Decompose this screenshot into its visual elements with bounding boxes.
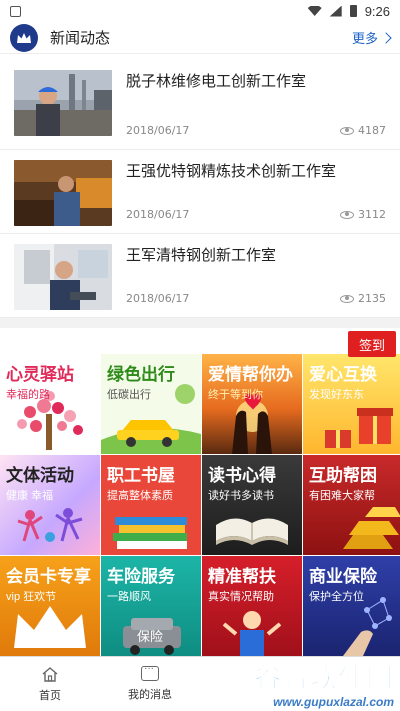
- news-date: 2018/06/17: [126, 124, 190, 137]
- message-icon: [141, 663, 159, 681]
- tile-title: 绿色出行: [107, 365, 175, 384]
- tile-title: 读书心得: [208, 466, 276, 485]
- news-title: 王强优特钢精炼技术创新工作室: [126, 163, 337, 180]
- tile-title: 文体活动: [6, 466, 74, 485]
- nav-home-label: 首页: [39, 689, 61, 702]
- news-title: 王军清特钢创新工作室: [126, 247, 277, 264]
- tile-subtitle: 健康 幸福: [6, 490, 54, 502]
- news-date: 2018/06/17: [126, 292, 190, 305]
- tile-subtitle: vip 狂欢节: [6, 591, 57, 603]
- tile-green-travel[interactable]: 绿色出行 低碳出行: [101, 354, 201, 454]
- section-divider: [0, 318, 400, 328]
- section-title: 新闻动态: [50, 30, 111, 47]
- tile-subtitle: 读好书多读书: [208, 490, 274, 502]
- view-count: 3112: [358, 208, 386, 221]
- eye-icon: [340, 294, 354, 303]
- news-thumbnail: [14, 160, 112, 226]
- tile-subtitle: 真实情况帮助: [208, 591, 274, 603]
- more-link[interactable]: 更多: [351, 28, 392, 47]
- tile-subtitle: 有困难大家帮: [309, 490, 375, 502]
- tile-title: 互助帮困: [309, 466, 377, 485]
- chevron-right-icon: [380, 31, 392, 44]
- tile-subtitle: 保护全方位: [309, 591, 364, 603]
- tile-car-insurance[interactable]: 车险服务 一路顺风 保险: [101, 556, 201, 656]
- nav-home[interactable]: 首页: [0, 657, 100, 711]
- image-icon: [10, 5, 21, 17]
- watermark-name: 谷普软件园: [254, 663, 394, 694]
- news-list: 脱子林维修电工创新工作室 2018/06/17 4187 王强优特钢精炼技术创新…: [0, 54, 400, 318]
- nav-messages-label: 我的消息: [128, 689, 172, 701]
- news-item[interactable]: 王军清特钢创新工作室 2018/06/17 2135: [0, 234, 400, 318]
- service-grid: 心灵驿站 幸福的路 绿色出行 低碳出行 爱情帮你办 终于等到你 爱心互换 发现好…: [0, 354, 400, 656]
- news-thumbnail: [14, 244, 112, 310]
- more-label: 更多: [351, 31, 378, 46]
- wifi-icon: [307, 6, 322, 16]
- view-count: 4187: [358, 124, 386, 137]
- view-count: 2135: [358, 292, 386, 305]
- tile-targeted-aid[interactable]: 精准帮扶 真实情况帮助: [202, 556, 302, 656]
- status-time: 9:26: [364, 3, 390, 19]
- tile-title: 爱心互换: [309, 365, 377, 384]
- tile-soul-station[interactable]: 心灵驿站 幸福的路: [0, 354, 100, 454]
- tile-title: 车险服务: [107, 567, 175, 586]
- tile-subtitle: 幸福的路: [6, 389, 50, 401]
- news-item[interactable]: 王强优特钢精炼技术创新工作室 2018/06/17 3112: [0, 150, 400, 234]
- tile-reading-notes[interactable]: 读书心得 读好书多读书: [202, 455, 302, 555]
- eye-icon: [340, 126, 354, 135]
- news-thumbnail: [14, 70, 112, 136]
- tile-mutual-aid[interactable]: 互助帮困 有困难大家帮: [303, 455, 400, 555]
- battery-icon: [349, 5, 357, 17]
- news-date: 2018/06/17: [126, 208, 190, 221]
- news-section-header: 新闻动态 更多: [0, 22, 400, 54]
- tile-love-exchange[interactable]: 爱心互换 发现好东东: [303, 354, 400, 454]
- tile-title: 心灵驿站: [6, 365, 74, 384]
- nav-messages[interactable]: 我的消息: [100, 657, 200, 711]
- watermark: 谷普软件园 www.gupuxlazal.com: [204, 656, 395, 710]
- news-item[interactable]: 脱子林维修电工创新工作室 2018/06/17 4187: [0, 54, 400, 150]
- tile-title: 职工书屋: [107, 466, 175, 485]
- eye-icon: [340, 210, 354, 219]
- tile-love-help[interactable]: 爱情帮你办 终于等到你: [202, 354, 302, 454]
- home-icon: [42, 666, 58, 682]
- tile-title: 精准帮扶: [208, 567, 276, 586]
- tile-subtitle: 低碳出行: [107, 389, 151, 401]
- watermark-url: www.gupuxlazal.com: [273, 695, 394, 709]
- tile-workers-library[interactable]: 职工书屋 提高整体素质: [101, 455, 201, 555]
- news-title: 脱子林维修电工创新工作室: [126, 73, 307, 90]
- tile-subtitle: 提高整体素质: [107, 490, 173, 502]
- insurance-badge: 保险: [137, 629, 164, 644]
- tile-member-card[interactable]: 会员卡专享 vip 狂欢节: [0, 556, 100, 656]
- status-bar: 9:26: [0, 0, 400, 365]
- signin-button[interactable]: 签到: [348, 331, 396, 357]
- tile-subtitle: 终于等到你: [208, 389, 263, 401]
- tile-subtitle: 一路顺风: [107, 591, 151, 603]
- tile-title: 商业保险: [309, 567, 377, 586]
- tile-title: 会员卡专享: [6, 567, 91, 586]
- tile-commercial-insurance[interactable]: 商业保险 保护全方位: [303, 556, 400, 656]
- tile-sports-activity[interactable]: 文体活动 健康 幸福: [0, 455, 100, 555]
- crown-icon: [10, 23, 38, 52]
- tile-subtitle: 发现好东东: [309, 389, 364, 401]
- signal-icon: [329, 5, 342, 17]
- tile-title: 爱情帮你办: [208, 365, 293, 384]
